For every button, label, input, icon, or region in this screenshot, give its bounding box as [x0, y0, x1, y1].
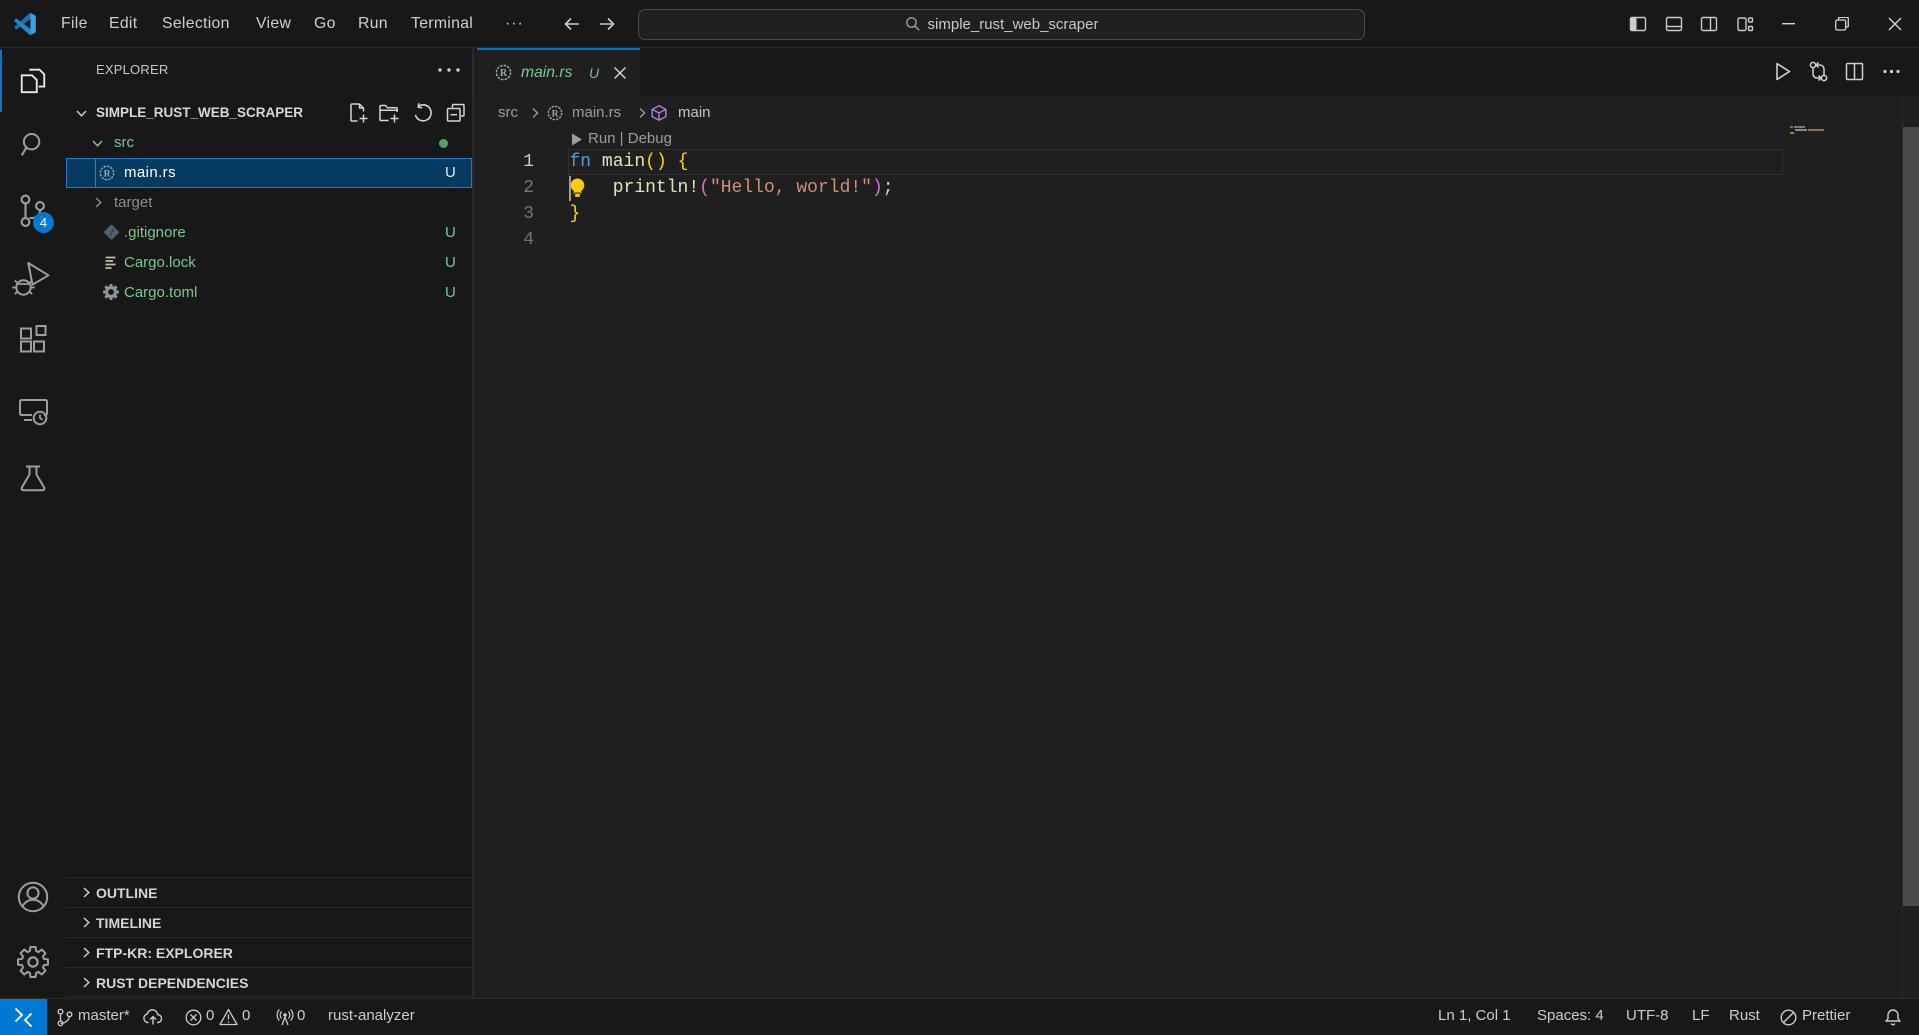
svg-text:R: R [552, 109, 559, 119]
svg-text:R: R [104, 169, 111, 179]
svg-text:R: R [500, 68, 508, 79]
